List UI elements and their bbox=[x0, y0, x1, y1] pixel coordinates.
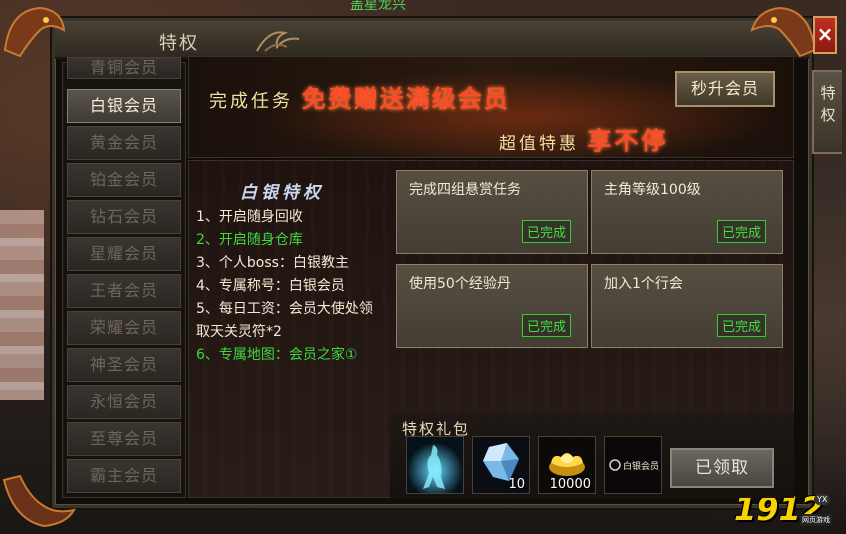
sidebar-item-diamond[interactable]: 钻石会员 bbox=[67, 200, 181, 234]
blurred-figure bbox=[0, 210, 44, 400]
task-name: 完成四组悬赏任务 bbox=[409, 182, 521, 198]
task-status-badge: 已完成 bbox=[716, 314, 766, 337]
gift-slot[interactable]: 白银会员 bbox=[604, 436, 662, 494]
gift-slot[interactable] bbox=[406, 436, 464, 494]
window-title: 特权 bbox=[159, 33, 199, 54]
sidebar-item-star[interactable]: 星耀会员 bbox=[67, 237, 181, 271]
ornament-icon bbox=[256, 31, 300, 52]
privilege-list: 1、开启随身回收 2、开启随身仓库 3、个人boss：白银教主 4、专属称号：白… bbox=[196, 206, 386, 367]
gift-count: 10 bbox=[508, 477, 525, 492]
sidebar-item-sacred[interactable]: 神圣会员 bbox=[67, 348, 181, 382]
banner-line1-prefix: 完成任务 bbox=[209, 91, 293, 112]
membership-sidebar: 青铜会员 白银会员 黄金会员 铂金会员 钻石会员 星耀会员 王者会员 荣耀会员 … bbox=[62, 57, 186, 498]
sidebar-item-eternal[interactable]: 永恒会员 bbox=[67, 385, 181, 419]
gift-slot[interactable]: 10000 bbox=[538, 436, 596, 494]
task-status-badge: 已完成 bbox=[521, 220, 571, 243]
task-name: 主角等级100级 bbox=[604, 182, 701, 198]
sidebar-item-supreme[interactable]: 至尊会员 bbox=[67, 422, 181, 456]
task-name: 加入1个行会 bbox=[604, 276, 683, 292]
sidebar-item-gold[interactable]: 黄金会员 bbox=[67, 126, 181, 160]
banner-line1-emphasis: 免费赠送满级会员 bbox=[301, 85, 510, 113]
dragon-ornament-icon bbox=[750, 6, 817, 58]
scene-top-text: 盖星龙兴 bbox=[350, 0, 406, 13]
task-card: 主角等级100级 已完成 bbox=[591, 170, 783, 254]
privilege-item: 1、开启随身回收 bbox=[196, 209, 303, 225]
banner-headline: 完成任务 免费赠送满级会员 bbox=[209, 79, 510, 114]
privilege-item: 5、每日工资：会员大使处领取天关灵符*2 bbox=[196, 301, 373, 340]
banner-subline: 超值特惠 享不停 bbox=[499, 121, 668, 156]
privilege-item: 6、专属地图：会员之家① bbox=[196, 347, 358, 363]
instant-upgrade-button[interactable]: 秒升会员 bbox=[675, 71, 775, 107]
privilege-item: 3、个人boss：白银教主 bbox=[196, 255, 349, 271]
spirit-figure-icon bbox=[407, 437, 463, 493]
task-card: 完成四组悬赏任务 已完成 bbox=[396, 170, 588, 254]
task-card: 加入1个行会 已完成 bbox=[591, 264, 783, 348]
task-name: 使用50个经验丹 bbox=[409, 276, 511, 292]
sidebar-item-bronze[interactable]: 青铜会员 bbox=[67, 57, 181, 79]
task-status-badge: 已完成 bbox=[716, 220, 766, 243]
sidebar-item-silver[interactable]: 白银会员 bbox=[67, 89, 181, 123]
banner-line2-prefix: 超值特惠 bbox=[499, 134, 579, 154]
sidebar-item-overlord[interactable]: 霸主会员 bbox=[67, 459, 181, 493]
gift-slot[interactable]: 10 bbox=[472, 436, 530, 494]
sidebar-item-glory[interactable]: 荣耀会员 bbox=[67, 311, 181, 345]
title-bar[interactable]: 特权 bbox=[55, 21, 809, 59]
sidebar-item-platinum[interactable]: 铂金会员 bbox=[67, 163, 181, 197]
tab-privilege-label: 特权 bbox=[820, 84, 836, 124]
logo-subtitle: 网页游戏 bbox=[800, 514, 832, 526]
sidebar-item-king[interactable]: 王者会员 bbox=[67, 274, 181, 308]
gift-count: 10000 bbox=[549, 477, 591, 492]
close-button[interactable]: × bbox=[813, 16, 837, 54]
title-badge-text: 白银会员 bbox=[623, 462, 660, 472]
claimed-button[interactable]: 已领取 bbox=[670, 448, 774, 488]
privilege-item: 2、开启随身仓库 bbox=[196, 232, 303, 248]
privilege-title: 白银特权 bbox=[240, 183, 324, 203]
privilege-item: 4、专属称号：白银会员 bbox=[196, 278, 345, 294]
promo-banner: 完成任务 免费赠送满级会员 超值特惠 享不停 秒升会员 bbox=[188, 56, 794, 158]
logo-yx: YX bbox=[814, 494, 831, 505]
banner-line2-emphasis: 享不停 bbox=[587, 127, 669, 155]
gift-pack-panel: 特权礼包 10 10000 白银会员 已领取 bbox=[390, 412, 794, 498]
tab-privilege[interactable]: 特权 bbox=[812, 70, 842, 154]
dragon-ornament-icon bbox=[3, 6, 66, 58]
task-status-badge: 已完成 bbox=[521, 314, 571, 337]
task-card: 使用50个经验丹 已完成 bbox=[396, 264, 588, 348]
privilege-list-panel: 白银特权 1、开启随身回收 2、开启随身仓库 3、个人boss：白银教主 4、专… bbox=[190, 162, 388, 498]
